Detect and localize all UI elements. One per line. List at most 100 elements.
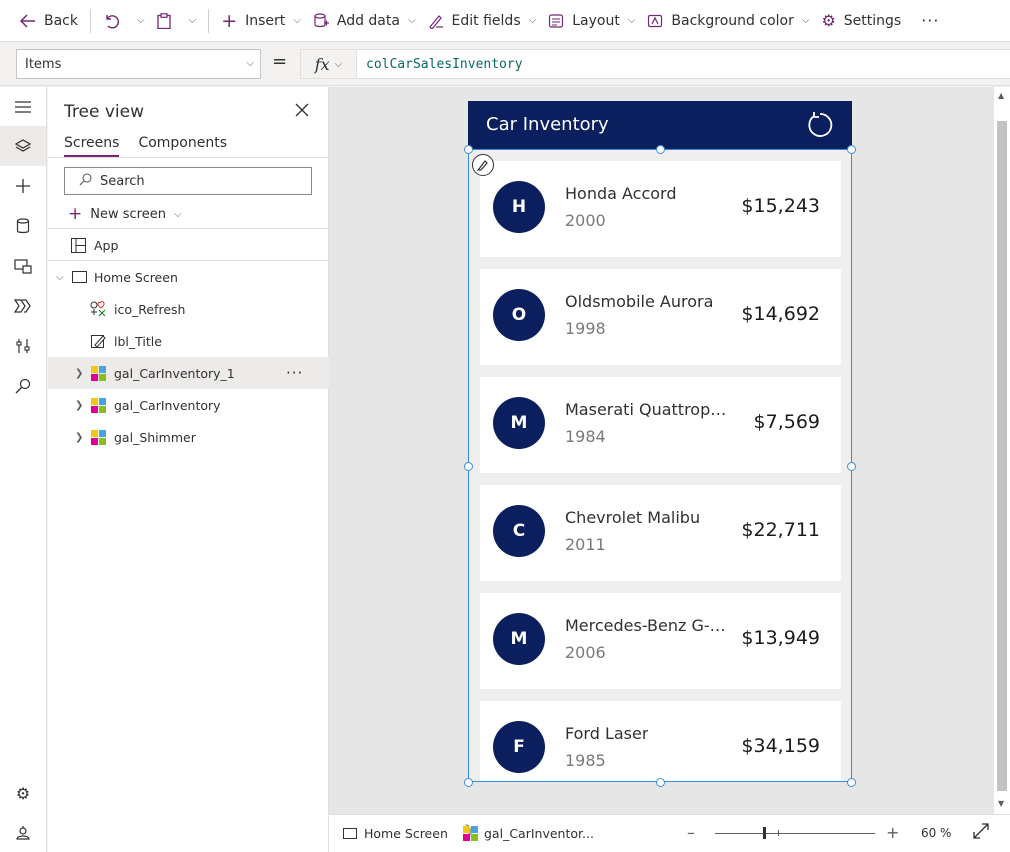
car-name: Honda Accord <box>565 184 677 203</box>
car-price: $22,711 <box>741 519 820 541</box>
virtual-agent-icon[interactable] <box>0 813 46 852</box>
undo-button[interactable]: ⌵ <box>97 0 151 42</box>
tree-node-gal-carinventory-1[interactable]: ❯ gal_CarInventory_1 ··· <box>48 357 329 389</box>
avatar: F <box>493 721 545 773</box>
back-button[interactable]: Back <box>14 0 84 42</box>
edit-fields-label: Edit fields <box>451 12 521 29</box>
zoom-slider-thumb[interactable] <box>763 827 766 839</box>
gallery-item[interactable]: O Oldsmobile Aurora 1998 $14,692 <box>480 269 841 365</box>
media-icon[interactable] <box>0 246 46 286</box>
resize-handle[interactable] <box>847 462 856 471</box>
scroll-up-icon[interactable]: ▲ <box>998 91 1004 100</box>
edit-fields-button[interactable]: Edit fields ⌵ <box>422 0 543 42</box>
equals-sign: = <box>272 51 288 72</box>
settings-label: Settings <box>843 12 902 29</box>
breadcrumb-gallery[interactable]: gal_CarInventor... <box>463 826 594 841</box>
avatar: M <box>493 397 545 449</box>
resize-handle[interactable] <box>847 778 856 787</box>
breadcrumb-screen[interactable]: Home Screen <box>343 826 448 841</box>
chevron-down-icon[interactable]: ⌵ <box>189 15 197 26</box>
chevron-down-icon[interactable]: ⌵ <box>137 15 145 26</box>
app-header[interactable]: Car Inventory <box>468 101 852 149</box>
tree-node-ico-refresh[interactable]: ico_Refresh <box>48 293 329 325</box>
fx-button[interactable]: fx ⌵ <box>300 49 356 79</box>
tree-view-pane: Tree view Screens Components Search + Ne… <box>48 87 329 852</box>
arrow-left-icon <box>20 13 36 28</box>
gallery-item[interactable]: F Ford Laser 1985 $34,159 <box>480 701 841 781</box>
fullscreen-icon[interactable] <box>973 823 989 843</box>
property-dropdown[interactable]: Items ⌵ <box>16 49 261 79</box>
advanced-tools-icon[interactable] <box>0 326 46 366</box>
insert-icon[interactable] <box>0 166 46 206</box>
more-options-icon[interactable]: ··· <box>286 364 303 382</box>
more-commands-button[interactable]: ··· <box>915 0 945 42</box>
zoom-value[interactable]: 60 <box>921 826 936 840</box>
zoom-slider[interactable] <box>715 833 875 834</box>
tab-screens[interactable]: Screens <box>64 135 120 157</box>
resize-handle[interactable] <box>464 462 473 471</box>
edit-fields-icon <box>428 13 444 29</box>
chevron-right-icon[interactable]: ❯ <box>75 432 83 443</box>
resize-handle[interactable] <box>464 778 473 787</box>
zoom-out-icon[interactable]: – <box>687 823 695 842</box>
tree-tabs: Screens Components <box>64 135 246 157</box>
gallery-item[interactable]: C Chevrolet Malibu 2011 $22,711 <box>480 485 841 581</box>
divider <box>90 8 91 33</box>
background-color-button[interactable]: Background color ⌵ <box>641 0 815 42</box>
car-year: 1998 <box>565 319 606 338</box>
tree-node-label: gal_CarInventory <box>114 397 221 413</box>
gallery-item[interactable]: M Mercedes-Benz G-Cl... 2006 $13,949 <box>480 593 841 689</box>
canvas-scrollbar[interactable]: ▲ ▼ <box>994 87 1010 814</box>
avatar: O <box>493 289 545 341</box>
resize-handle[interactable] <box>464 145 473 154</box>
chevron-right-icon[interactable]: ❯ <box>75 368 83 379</box>
tree-node-gal-shimmer[interactable]: ❯ gal_Shimmer <box>48 421 329 453</box>
app-title[interactable]: Car Inventory <box>486 114 609 135</box>
gallery-item[interactable]: H Honda Accord 2000 $15,243 <box>480 161 841 257</box>
tree-node-label: gal_Shimmer <box>114 429 196 445</box>
tree-node-home-screen[interactable]: ⌵ Home Screen <box>48 261 329 293</box>
tree-node-lbl-title[interactable]: lbl_Title <box>48 325 329 357</box>
car-inventory-gallery[interactable]: H Honda Accord 2000 $15,243 O Oldsmobile… <box>468 149 852 782</box>
layout-button[interactable]: Layout ⌵ <box>542 0 641 42</box>
settings-icon[interactable]: ⚙ <box>0 773 46 813</box>
data-icon[interactable] <box>0 206 46 246</box>
search-input[interactable]: Search <box>64 167 312 195</box>
resize-handle[interactable] <box>847 145 856 154</box>
refresh-icon[interactable] <box>806 111 834 145</box>
icon-control-icon <box>90 301 106 317</box>
tab-components[interactable]: Components <box>138 135 227 157</box>
chevron-down-icon: ⌵ <box>334 58 343 70</box>
resize-handle[interactable] <box>656 145 665 154</box>
chevron-down-icon: ⌵ <box>293 15 301 26</box>
gallery-icon <box>90 397 106 413</box>
screen-icon <box>71 269 87 285</box>
paste-button[interactable]: ⌵ <box>151 0 203 42</box>
resize-handle[interactable] <box>656 778 665 787</box>
close-icon[interactable] <box>295 101 309 122</box>
formula-input[interactable]: colCarSalesInventory <box>356 49 1010 79</box>
gallery-icon <box>463 826 478 841</box>
power-automate-icon[interactable] <box>0 286 46 326</box>
zoom-in-icon[interactable]: + <box>886 823 899 842</box>
insert-button[interactable]: + Insert ⌵ <box>215 0 307 42</box>
chevron-down-icon: ⌵ <box>627 15 636 26</box>
scroll-down-icon[interactable]: ▼ <box>998 799 1004 808</box>
add-data-button[interactable]: Add data ⌵ <box>307 0 422 42</box>
search-icon[interactable] <box>0 366 46 406</box>
new-screen-button[interactable]: + New screen ⌵ <box>68 204 182 224</box>
hamburger-menu-icon[interactable] <box>0 87 46 127</box>
tree-node-app[interactable]: App <box>48 229 329 261</box>
property-value: Items <box>25 56 62 72</box>
chevron-down-icon[interactable]: ⌵ <box>56 272 64 283</box>
tree-view-icon[interactable] <box>0 126 46 166</box>
breadcrumb-label: Home Screen <box>364 826 448 841</box>
scrollbar-thumb[interactable] <box>997 121 1007 791</box>
tree-node-gal-carinventory[interactable]: ❯ gal_CarInventory <box>48 389 329 421</box>
edit-template-icon[interactable] <box>472 154 494 176</box>
gallery-item[interactable]: M Maserati Quattropo... 1984 $7,569 <box>480 377 841 473</box>
avatar: H <box>493 181 545 233</box>
settings-button[interactable]: ⚙ Settings <box>815 0 907 42</box>
chevron-right-icon[interactable]: ❯ <box>75 400 83 411</box>
tree-node-label: ico_Refresh <box>114 301 186 317</box>
